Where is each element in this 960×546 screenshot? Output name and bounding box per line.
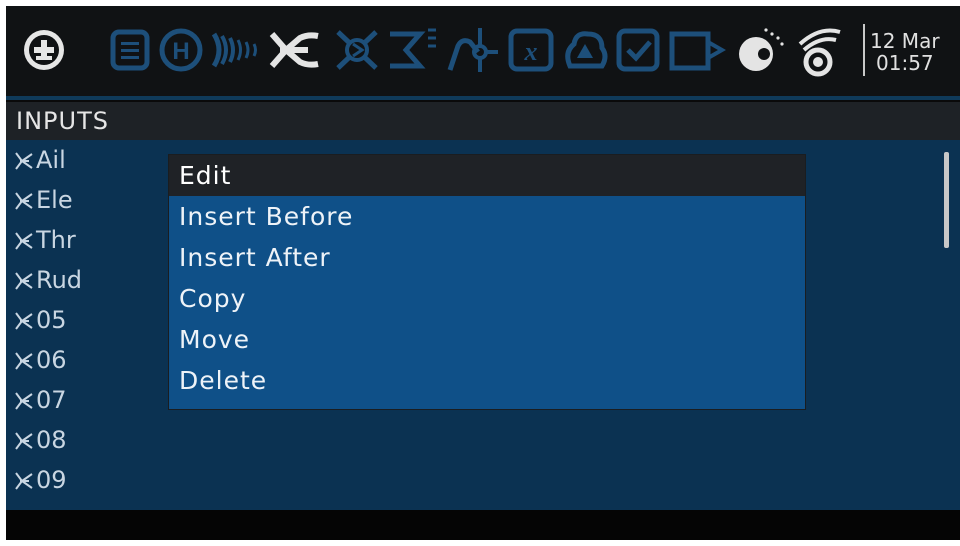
input-row[interactable]: 09	[14, 460, 164, 500]
menu-item-move[interactable]: Move	[169, 319, 805, 360]
input-label: 08	[36, 426, 67, 454]
input-row[interactable]: 08	[14, 420, 164, 460]
model-list-icon[interactable]	[108, 22, 152, 78]
page-title: INPUTS	[16, 107, 109, 135]
input-row[interactable]: Rud	[14, 260, 164, 300]
input-label: 07	[36, 386, 67, 414]
bottom-bar	[6, 510, 960, 540]
input-icon	[15, 392, 33, 410]
input-label: 05	[36, 306, 67, 334]
radio-setup-icon[interactable]	[208, 22, 264, 78]
svg-text:x: x	[524, 37, 538, 66]
context-menu: Edit Insert Before Insert After Copy Mov…	[168, 154, 806, 410]
time-label: 01:57	[876, 51, 934, 75]
display-icon[interactable]	[792, 22, 848, 78]
input-icon	[15, 232, 33, 250]
mixes-icon[interactable]	[332, 22, 382, 78]
input-row[interactable]: 06	[14, 340, 164, 380]
menu-item-insert-before[interactable]: Insert Before	[169, 196, 805, 237]
input-label: Rud	[36, 266, 83, 294]
radio-screen: H x 12 Mar 01:57 INPUTS Ail Ele Thr Rud …	[6, 6, 960, 540]
input-row[interactable]: 07	[14, 380, 164, 420]
input-label: Ail	[36, 146, 66, 174]
input-icon	[15, 472, 33, 490]
input-label: 06	[36, 346, 67, 374]
special-functions-icon[interactable]	[614, 22, 664, 78]
menu-item-insert-after[interactable]: Insert After	[169, 237, 805, 278]
input-row[interactable]: 05	[14, 300, 164, 340]
input-row[interactable]: Thr	[14, 220, 164, 260]
add-circle-icon[interactable]	[20, 22, 68, 78]
menu-item-edit[interactable]: Edit	[169, 155, 805, 196]
input-icon	[15, 192, 33, 210]
top-toolbar: H x 12 Mar 01:57	[6, 6, 960, 96]
toolbar-divider	[863, 24, 865, 76]
outputs-icon[interactable]	[384, 22, 442, 78]
input-row[interactable]: Ele	[14, 180, 164, 220]
page-header: INPUTS	[6, 102, 960, 140]
menu-item-delete[interactable]: Delete	[169, 360, 805, 401]
curves-icon[interactable]	[446, 22, 502, 78]
date-time-display: 12 Mar 01:57	[870, 30, 960, 74]
inputs-icon[interactable]	[266, 22, 326, 78]
telemetry-icon[interactable]	[732, 22, 788, 78]
input-icon	[15, 312, 33, 330]
heli-icon[interactable]: H	[156, 22, 206, 78]
input-icon	[15, 152, 33, 170]
toolbar-separator	[6, 96, 960, 100]
checklist-icon[interactable]	[668, 22, 726, 78]
svg-text:H: H	[172, 38, 189, 65]
input-label: Ele	[36, 186, 73, 214]
menu-item-copy[interactable]: Copy	[169, 278, 805, 319]
date-label: 12 Mar	[870, 29, 940, 53]
list-scrollbar[interactable]	[944, 152, 949, 248]
input-row[interactable]: Ail	[14, 140, 164, 180]
input-icon	[15, 432, 33, 450]
input-label: 09	[36, 466, 67, 494]
input-label: Thr	[36, 226, 76, 254]
input-icon	[15, 272, 33, 290]
global-variables-icon[interactable]: x	[506, 22, 556, 78]
logical-switches-icon[interactable]	[560, 22, 610, 78]
input-icon	[15, 352, 33, 370]
